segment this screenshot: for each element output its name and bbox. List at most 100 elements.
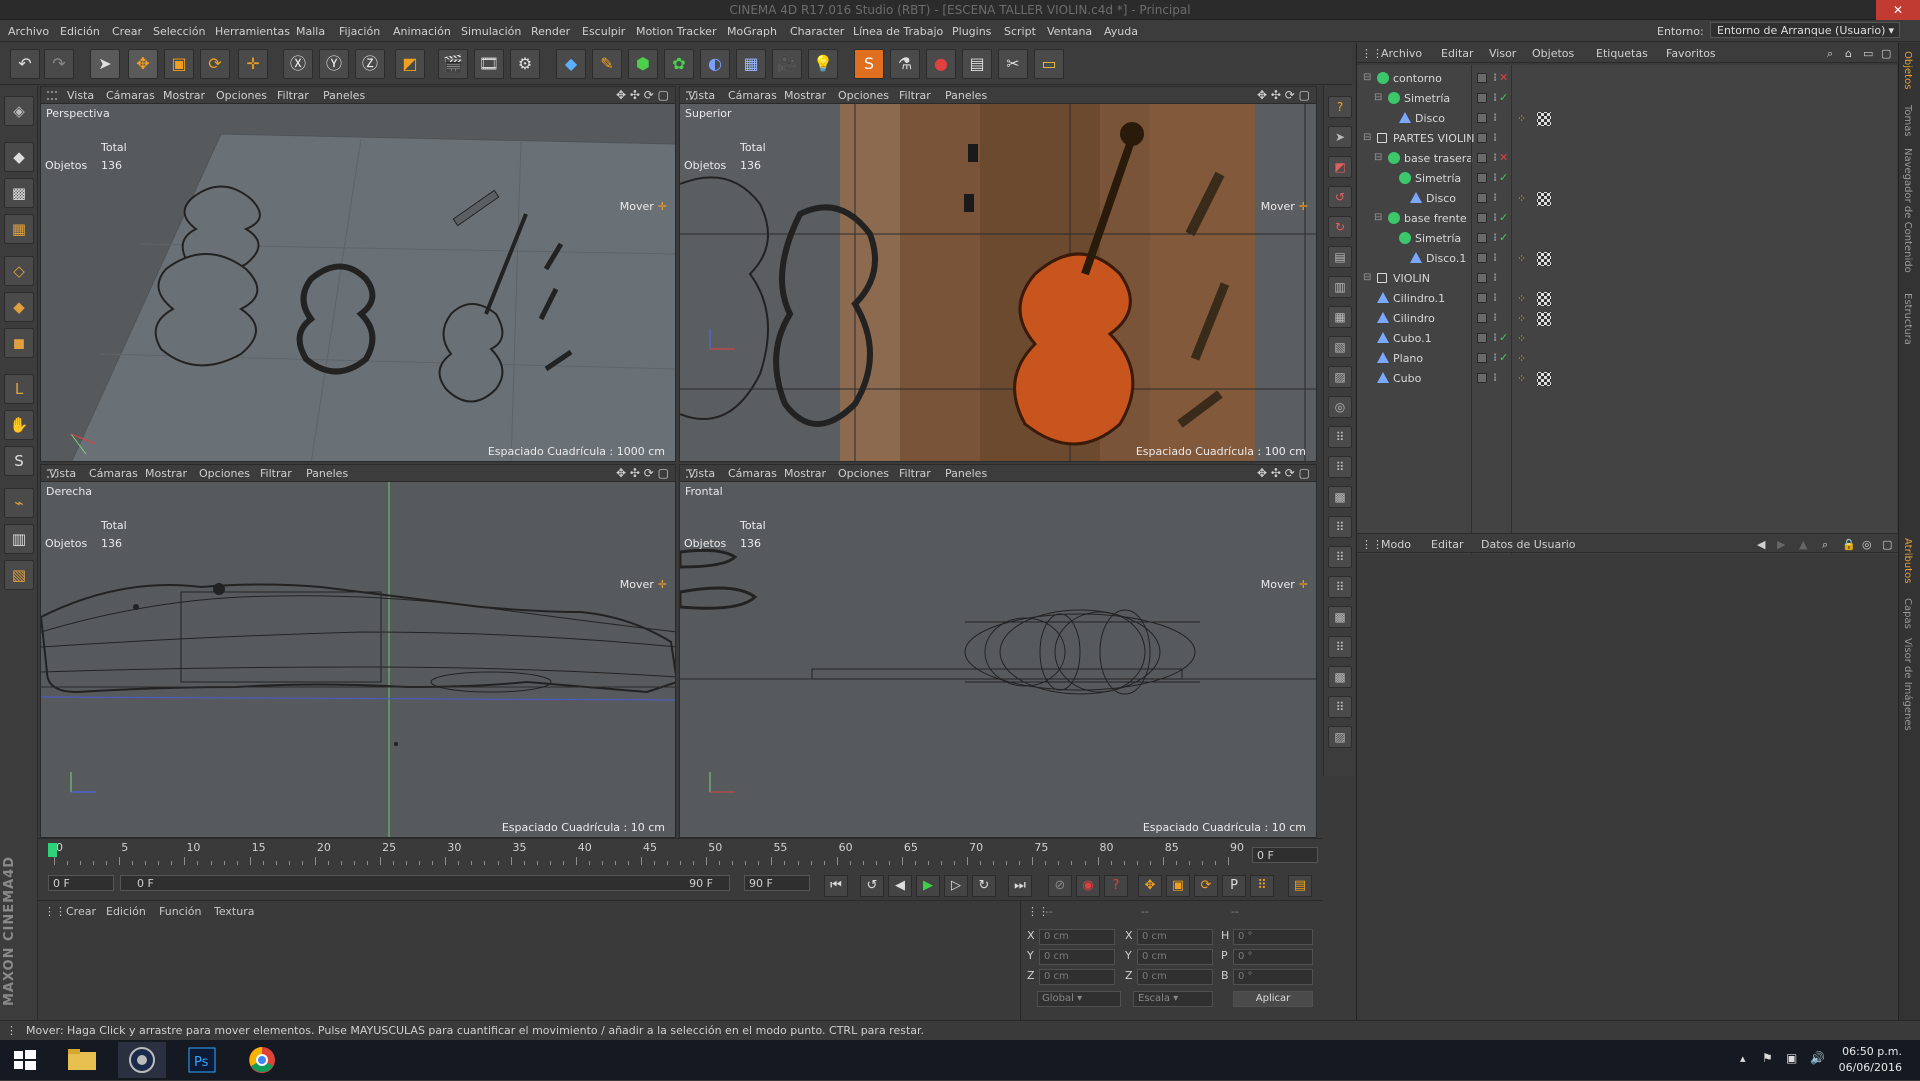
object-name[interactable]: contorno bbox=[1393, 72, 1442, 85]
menu-ayuda[interactable]: Ayuda bbox=[1104, 25, 1138, 38]
enabled-check-icon[interactable]: ✓ bbox=[1499, 211, 1508, 224]
go-to-start-icon[interactable]: ⏮ bbox=[824, 875, 848, 897]
brush-tool-icon[interactable]: ↻ bbox=[1328, 216, 1352, 238]
menu-render[interactable]: Render bbox=[531, 25, 570, 38]
tab-visor-imagenes[interactable]: Visor de Imágenes bbox=[1902, 638, 1913, 731]
vp-menu-vista[interactable]: Vista bbox=[67, 89, 94, 102]
object-row[interactable]: Disco ⁝ ⁘ bbox=[1357, 109, 1897, 129]
chevron-up-icon[interactable]: ▴ bbox=[1740, 1052, 1746, 1065]
minimize-icon[interactable]: ▭ bbox=[1863, 47, 1873, 60]
play-icon[interactable]: ▶ bbox=[916, 875, 940, 897]
sketch-icon[interactable]: S bbox=[854, 49, 884, 79]
key-position-icon[interactable]: ✥ bbox=[1138, 875, 1162, 897]
menu-script[interactable]: Script bbox=[1004, 25, 1036, 38]
dots-tool-icon[interactable]: ⠿ bbox=[1328, 426, 1352, 448]
dots-tool-icon-2[interactable]: ⠿ bbox=[1328, 456, 1352, 478]
phong-tag-icon[interactable]: ⁘ bbox=[1517, 332, 1531, 346]
rotation-field[interactable]: 0 ° bbox=[1233, 949, 1313, 965]
planar-workplane-icon[interactable]: ▧ bbox=[4, 560, 34, 590]
current-frame-field[interactable]: 0 F bbox=[1252, 847, 1318, 863]
object-name[interactable]: Cubo.1 bbox=[1393, 332, 1432, 345]
prev-frame-icon[interactable]: ◀ bbox=[888, 875, 912, 897]
tab-estructura[interactable]: Estructura bbox=[1902, 293, 1913, 345]
dots-tool-icon-7[interactable]: ▩ bbox=[1328, 606, 1352, 628]
timeline-window-icon[interactable]: ▤ bbox=[1288, 875, 1312, 897]
menu-herramientas[interactable]: Herramientas bbox=[215, 25, 290, 38]
object-name[interactable]: Cubo bbox=[1393, 372, 1421, 385]
object-row[interactable]: Simetría ⁝ ✓ bbox=[1357, 229, 1897, 249]
model-mode-icon[interactable]: ◆ bbox=[4, 142, 34, 172]
expand-icon[interactable]: ⊟ bbox=[1363, 72, 1371, 83]
up-arrow-icon[interactable]: ▲ bbox=[1799, 538, 1807, 551]
rotation-field[interactable]: 0 ° bbox=[1233, 929, 1313, 945]
object-row[interactable]: Cilindro.1 ⁝ ⁘ bbox=[1357, 289, 1897, 309]
object-row[interactable]: Cubo ⁝ ⁘ bbox=[1357, 369, 1897, 389]
menu-seleccion[interactable]: Selección bbox=[153, 25, 205, 38]
visibility-dots-icon[interactable]: ⁝ bbox=[1493, 231, 1497, 244]
layer-checkbox[interactable] bbox=[1477, 133, 1487, 143]
maximize-icon[interactable]: ▢ bbox=[1882, 538, 1892, 551]
viewport-nav-icons[interactable]: ✥ ✣ ⟳ ▢ bbox=[1257, 466, 1310, 480]
grid-tool-icon-4[interactable]: ▧ bbox=[1328, 336, 1352, 358]
mm-menu-funcion[interactable]: Función bbox=[159, 905, 201, 918]
object-row[interactable]: Cilindro ⁝ ⁘ bbox=[1357, 309, 1897, 329]
vp-menu-camaras[interactable]: Cámaras bbox=[728, 467, 777, 480]
vp-menu-opciones[interactable]: Opciones bbox=[199, 467, 250, 480]
object-row[interactable]: ⊟ base trasera ⁝ ✕ bbox=[1357, 149, 1897, 169]
record-icon[interactable]: ◉ bbox=[1076, 875, 1100, 897]
layer-checkbox[interactable] bbox=[1477, 73, 1487, 83]
grid-tool-icon-2[interactable]: ▥ bbox=[1328, 276, 1352, 298]
visibility-dots-icon[interactable]: ⁝ bbox=[1493, 271, 1497, 284]
phong-tag-icon[interactable]: ⁘ bbox=[1517, 312, 1531, 326]
material-tag-icon[interactable] bbox=[1537, 192, 1551, 206]
lock-icon[interactable]: 🔒 bbox=[1842, 538, 1856, 551]
object-row[interactable]: ⊟ contorno ⁝ ✕ bbox=[1357, 69, 1897, 89]
entorno-select[interactable]: Entorno de Arranque (Usuario) ▾ bbox=[1710, 22, 1900, 38]
phong-tag-icon[interactable]: ⁘ bbox=[1517, 352, 1531, 366]
vp-menu-vista[interactable]: Vista bbox=[688, 467, 715, 480]
layer-checkbox[interactable] bbox=[1477, 353, 1487, 363]
dots-tool-icon-3[interactable]: ▩ bbox=[1328, 486, 1352, 508]
timeline-icon[interactable]: ▭ bbox=[1034, 49, 1064, 79]
vp-menu-filtrar[interactable]: Filtrar bbox=[899, 89, 931, 102]
volume-icon[interactable]: 🔊 bbox=[1810, 1051, 1825, 1065]
object-name[interactable]: Cilindro.1 bbox=[1393, 292, 1445, 305]
layer-checkbox[interactable] bbox=[1477, 253, 1487, 263]
dots-tool-icon-5[interactable]: ⠿ bbox=[1328, 546, 1352, 568]
menu-plugins[interactable]: Plugins bbox=[952, 25, 991, 38]
menu-edicion[interactable]: Edición bbox=[60, 25, 100, 38]
grid-tool-icon[interactable]: ▤ bbox=[1328, 246, 1352, 268]
system-clock[interactable]: 06:50 p.m. 06/06/2016 bbox=[1839, 1044, 1902, 1076]
start-frame-field[interactable]: 0 F bbox=[48, 875, 114, 891]
polygons-mode-icon[interactable]: ◼ bbox=[4, 328, 34, 358]
material-tag-icon[interactable] bbox=[1537, 312, 1551, 326]
enabled-check-icon[interactable]: ✓ bbox=[1499, 231, 1508, 244]
enabled-check-icon[interactable]: ✓ bbox=[1499, 331, 1508, 344]
search-icon[interactable]: ⌕ bbox=[1822, 538, 1828, 552]
live-selection-icon[interactable]: ✛ bbox=[238, 49, 268, 79]
expand-icon[interactable]: ⊟ bbox=[1374, 92, 1382, 103]
move-tool-icon[interactable]: ✥ bbox=[128, 49, 158, 79]
menu-fijacion[interactable]: Fijación bbox=[339, 25, 380, 38]
visibility-dots-icon[interactable]: ⁝ bbox=[1493, 171, 1497, 184]
am-menu-datos-de-usuario[interactable]: Datos de Usuario bbox=[1481, 538, 1576, 551]
position-field[interactable]: 0 cm bbox=[1039, 929, 1115, 945]
windows-start-icon[interactable] bbox=[0, 1042, 48, 1078]
tab-tomas[interactable]: Tomas bbox=[1902, 105, 1913, 137]
viewport-nav-icons[interactable]: ✥ ✣ ⟳ ▢ bbox=[616, 88, 669, 102]
object-name[interactable]: Plano bbox=[1393, 352, 1423, 365]
prev-key-icon[interactable]: ↺ bbox=[860, 875, 884, 897]
om-menu-favoritos[interactable]: Favoritos bbox=[1666, 47, 1716, 60]
visibility-dots-icon[interactable]: ⁝ bbox=[1493, 111, 1497, 124]
object-name[interactable]: base trasera bbox=[1404, 152, 1473, 165]
dots-tool-icon-8[interactable]: ⠿ bbox=[1328, 636, 1352, 658]
scale-tool-icon[interactable]: ▣ bbox=[164, 49, 194, 79]
light-icon[interactable]: 💡 bbox=[808, 49, 838, 79]
phong-tag-icon[interactable]: ⁘ bbox=[1517, 252, 1531, 266]
vp-menu-mostrar[interactable]: Mostrar bbox=[163, 89, 205, 102]
object-name[interactable]: Simetría bbox=[1404, 92, 1450, 105]
metaball-icon[interactable]: ● bbox=[926, 49, 956, 79]
file-explorer-icon[interactable] bbox=[58, 1042, 106, 1078]
script-manager-icon[interactable]: ▤ bbox=[962, 49, 992, 79]
object-row[interactable]: ⊟ PARTES VIOLIN ⁝ bbox=[1357, 129, 1897, 149]
